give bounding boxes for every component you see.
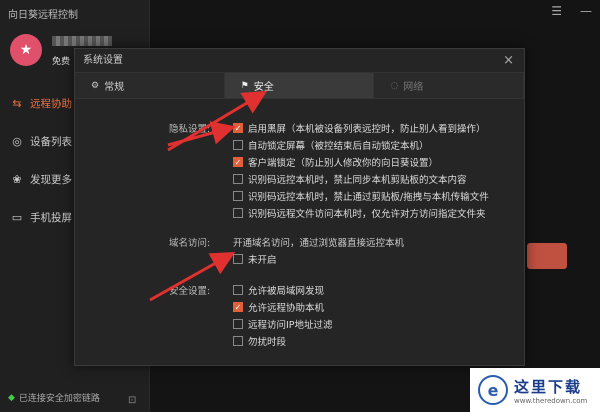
lock-icon[interactable]: ⊡ (128, 395, 136, 406)
option-label: 勿扰时段 (248, 337, 287, 348)
tab-label: 网络 (403, 82, 424, 93)
checkbox[interactable] (233, 174, 243, 184)
option-label: 未开启 (248, 255, 277, 266)
option-client-lock[interactable]: ✓ 客户端锁定（防止别人修改你的向日葵设置） (233, 155, 438, 169)
option-ip-filter[interactable]: 远程访问IP地址过滤 (233, 317, 333, 331)
checkbox-checked[interactable]: ✓ (233, 157, 243, 167)
option-label: 识别码远控本机时，禁止同步本机剪贴板的文本内容 (248, 175, 467, 186)
tab-label: 安全 (253, 82, 274, 93)
option-label: 识别码远控本机时，禁止通过剪贴板/拖拽与本机传输文件 (248, 192, 489, 203)
close-icon[interactable]: × (503, 53, 514, 68)
privacy-label: 隐私设置: (169, 124, 211, 135)
secure-status: ◆ 已连接安全加密链路 (8, 391, 100, 405)
app-title: 向日葵远程控制 (8, 10, 78, 21)
screen-cast-icon: ▭ (11, 210, 23, 224)
checkbox[interactable] (233, 336, 243, 346)
option-lan-discover[interactable]: 允许被局域网发现 (233, 283, 324, 297)
background-action-button (527, 243, 567, 269)
watermark: e 这里下载 www.theredown.com (470, 368, 600, 412)
checkbox[interactable] (233, 319, 243, 329)
option-do-not-disturb[interactable]: 勿扰时段 (233, 334, 286, 348)
star-icon: ★ (19, 42, 33, 58)
option-allow-remote-assist[interactable]: ✓ 允许远程协助本机 (233, 300, 324, 314)
watermark-url: www.theredown.com (514, 396, 588, 405)
discover-icon: ❀ (12, 172, 22, 186)
tab-general[interactable]: ⚙ 常规 (75, 73, 225, 98)
checkbox[interactable] (233, 254, 243, 264)
menu-icon[interactable]: ☰ (551, 4, 562, 18)
option-label: 允许被局域网发现 (248, 286, 325, 297)
tab-security[interactable]: ⚑ 安全 (224, 73, 375, 98)
username-blurred (52, 36, 112, 46)
option-folder-restrict[interactable]: 识别码远程文件访问本机时，仅允许对方访问指定文件夹 (233, 206, 486, 220)
network-icon: ◌ (390, 80, 399, 91)
gear-icon: ⚙ (91, 80, 100, 91)
shield-check-icon: ◆ (8, 392, 15, 403)
sidebar-item-label: 设备列表 (30, 135, 72, 148)
option-label: 允许远程协助本机 (248, 303, 325, 314)
settings-dialog: 系统设置 × ⚙ 常规 ⚑ 安全 ◌ 网络 隐私设置: ✓ 启用黑屏（本机被设备列… (74, 48, 525, 366)
option-label: 远程访问IP地址过滤 (248, 320, 333, 331)
tab-label: 常规 (104, 82, 125, 93)
dialog-title: 系统设置 (75, 49, 524, 73)
option-label: 客户端锁定（防止别人修改你的向日葵设置） (248, 158, 439, 169)
security-label: 安全设置: (169, 286, 211, 297)
watermark-text: 这里下载 www.theredown.com (514, 376, 587, 405)
checkbox[interactable] (233, 140, 243, 150)
option-clipboard-file[interactable]: 识别码远控本机时，禁止通过剪贴板/拖拽与本机传输文件 (233, 189, 489, 203)
option-auto-lock[interactable]: 自动锁定屏幕（被控结束后自动锁定本机） (233, 138, 429, 152)
checkbox-checked[interactable]: ✓ (233, 123, 243, 133)
window-controls: ☰ — (551, 4, 592, 18)
domain-note: 开通域名访问，通过浏览器直接远控本机 (233, 238, 405, 249)
checkbox[interactable] (233, 191, 243, 201)
option-clipboard-text[interactable]: 识别码远控本机时，禁止同步本机剪贴板的文本内容 (233, 172, 467, 186)
sidebar-item-label: 发现更多 (30, 173, 72, 186)
option-label: 自动锁定屏幕（被控结束后自动锁定本机） (248, 141, 429, 152)
option-label: 识别码远程文件访问本机时，仅允许对方访问指定文件夹 (248, 209, 486, 220)
dialog-tabs: ⚙ 常规 ⚑ 安全 ◌ 网络 (75, 73, 525, 99)
option-domain-access[interactable]: 未开启 (233, 252, 277, 266)
checkbox[interactable] (233, 285, 243, 295)
watermark-cn: 这里下载 (514, 377, 583, 396)
option-black-screen[interactable]: ✓ 启用黑屏（本机被设备列表远控时，防止别人看到操作） (233, 121, 486, 135)
checkbox[interactable] (233, 208, 243, 218)
secure-status-text: 已连接安全加密链路 (18, 394, 100, 404)
option-label: 启用黑屏（本机被设备列表远控时，防止别人看到操作） (248, 124, 486, 135)
sidebar-item-label: 远程协助 (30, 97, 72, 110)
device-list-icon: ◎ (12, 134, 22, 148)
sidebar-item-label: 手机投屏 (30, 211, 72, 224)
minimize-icon[interactable]: — (580, 4, 592, 18)
checkbox-checked[interactable]: ✓ (233, 302, 243, 312)
watermark-logo: e (478, 375, 508, 405)
avatar[interactable]: ★ (10, 34, 42, 66)
tab-network[interactable]: ◌ 网络 (374, 73, 525, 98)
shield-icon: ⚑ (240, 80, 249, 91)
user-type: 免费 (52, 57, 71, 67)
remote-assist-icon: ⇆ (12, 96, 22, 110)
domain-label: 域名访问: (169, 238, 211, 249)
